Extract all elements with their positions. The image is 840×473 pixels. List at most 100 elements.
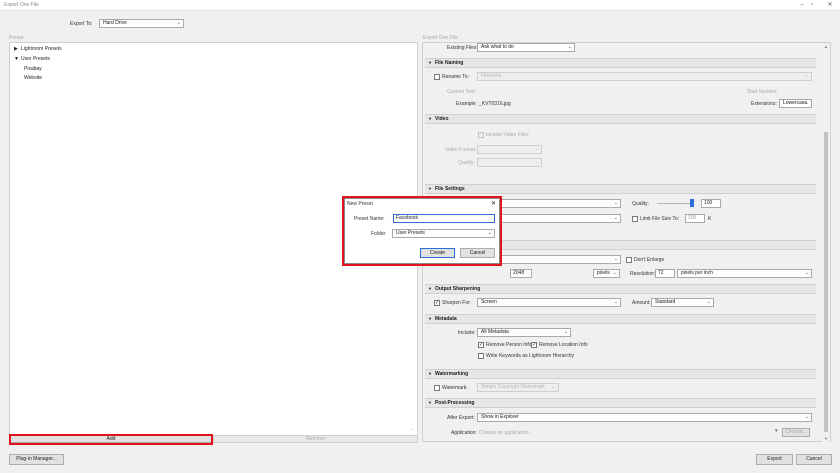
preset-item-website[interactable]: Website [24,75,42,81]
quality-input[interactable]: 100 [701,199,721,208]
tree-expander-icon[interactable]: ▶ [14,46,18,52]
video-format-select[interactable]: ⌄ [477,145,542,154]
size-input[interactable]: 2048 [510,269,532,278]
after-export-label: After Export: [447,415,475,421]
extensions-value: Lowercase [783,100,808,106]
video-quality-label: Quality: [458,160,475,166]
chevron-down-icon: ⌄ [534,159,539,165]
remove-location-checkbox[interactable]: ✓ [531,342,537,348]
after-export-value: Show in Explorer [481,414,519,420]
export-to-select[interactable]: Hard Drive ⌄ [99,19,184,28]
write-keywords-checkbox[interactable] [478,353,484,359]
section-title: File Naming [434,60,464,66]
remove-preset-button[interactable]: Remove [213,435,418,443]
preset-folder-user[interactable]: User Presets [21,56,50,62]
remove-person-label: Remove Person Info [486,342,532,348]
export-to-value: Hard Drive [103,20,127,26]
custom-text-label: Custom Text: [447,89,477,95]
preset-folder-lightroom[interactable]: Lightroom Presets [21,46,62,52]
scroll-up-icon[interactable]: ▲ [824,44,828,49]
section-title: File Settings [434,186,465,192]
cancel-button[interactable]: Cancel [796,454,832,465]
quality-label: Quality: [632,201,649,207]
section-post-processing[interactable]: ▼ Post-Processing [425,398,816,408]
collapse-icon: ▼ [428,60,432,65]
scroll-down-icon[interactable]: ▼ [824,436,828,441]
resolution-unit-select[interactable]: pixels per inch ⌄ [677,269,812,278]
collapse-icon: ▼ [428,400,432,405]
start-number-label: Start Number: [747,89,779,95]
dont-enlarge-checkbox[interactable] [626,257,632,263]
window-title: Export One File [4,2,39,8]
resolution-input[interactable]: 72 [655,269,675,278]
export-button[interactable]: Export [756,454,793,465]
collapse-icon: ▼ [428,316,432,321]
extensions-select[interactable]: Lowercase ⌄ [779,99,812,108]
existing-files-label: Existing Files: [447,45,478,51]
resolution-label: Resolution: [630,271,656,277]
section-file-naming[interactable]: ▼ File Naming [425,58,816,68]
rename-label: Rename To: [442,74,469,80]
maximize-icon[interactable]: ▫ [806,1,818,9]
size-units-select[interactable]: pixels ⌄ [593,269,620,278]
section-title: Post-Processing [434,400,475,406]
quality-slider-thumb[interactable] [690,199,694,207]
chevron-down-icon: ⌄ [804,270,809,276]
include-video-label: Include Video Files: [486,132,530,138]
resolution-unit-value: pixels per inch [681,270,713,276]
choose-application-button[interactable]: Choose... [782,428,810,437]
quality-slider-track[interactable] [657,203,694,204]
amount-select[interactable]: Standard ⌄ [651,298,714,307]
chevron-down-icon: ⌄ [613,299,618,305]
example-value: _KVT0316.jpg [479,101,511,107]
section-title: Output Sharpening [434,286,481,292]
watermark-select[interactable]: Simple Copyright Watermark ⌄ [477,383,559,392]
preset-item-pixabay[interactable]: Pixabay [24,66,42,72]
collapse-icon: ▼ [428,286,432,291]
rename-template-select[interactable]: Filename ⌄ [477,72,812,81]
rename-checkbox[interactable] [434,74,440,80]
chevron-down-icon: ⌄ [612,270,617,276]
chevron-down-icon: ⌄ [804,73,809,79]
section-watermarking[interactable]: ▼ Watermarking [425,369,816,379]
existing-files-select[interactable]: Ask what to do ⌄ [477,43,575,52]
dont-enlarge-label: Don't Enlarge [634,257,665,263]
existing-files-value: Ask what to do [481,44,514,50]
highlight-add-button [9,434,213,445]
export-one-file-header: Export One File [423,35,458,41]
scrollbar-thumb[interactable] [824,132,828,432]
after-export-select[interactable]: Show in Explorer ⌄ [477,413,812,422]
chevron-down-icon[interactable]: ▾ [775,428,778,434]
chevron-down-icon: ⌄ [551,384,556,390]
sharpen-checkbox[interactable]: ✓ [434,300,440,306]
watermark-checkbox[interactable] [434,385,440,391]
section-video[interactable]: ▼ Video [425,114,816,124]
video-quality-select[interactable]: ⌄ [477,158,542,167]
video-format-label: Video Format: [445,147,477,153]
export-to-label: Export To: [70,21,93,27]
export-window: Export One File – ▫ ✕ Export To: Hard Dr… [0,0,840,473]
close-icon[interactable]: ✕ [824,1,836,9]
sharpen-for-select[interactable]: Screen ⌄ [477,298,621,307]
limit-file-size-checkbox[interactable] [632,216,638,222]
collapse-icon: ▼ [428,116,432,121]
collapse-icon: ▼ [428,371,432,376]
watermark-label: Watermark: [442,385,468,391]
section-file-settings[interactable]: ▼ File Settings [425,184,816,194]
limit-file-size-label: Limit File Size To: [640,216,680,222]
chevron-down-icon: ⌄ [613,256,618,262]
chevron-down-icon: ⌄ [176,20,181,26]
section-title: Video [434,116,449,122]
application-placeholder[interactable]: Choose an application... [479,430,533,436]
scroll-down-icon[interactable]: ⌄ [411,426,414,431]
section-metadata[interactable]: ▼ Metadata [425,314,816,324]
include-video-checkbox[interactable]: ✓ [478,132,484,138]
remove-person-checkbox[interactable]: ✓ [478,342,484,348]
tree-expander-icon[interactable]: ▼ [14,56,19,62]
section-output-sharpening[interactable]: ▼ Output Sharpening [425,284,816,294]
plugin-manager-button[interactable]: Plug-in Manager... [9,454,64,465]
metadata-include-select[interactable]: All Metadata ⌄ [477,328,571,337]
amount-label: Amount: [632,300,651,306]
limit-file-size-input[interactable]: 100 [685,214,705,223]
chevron-down-icon: ⌄ [534,146,539,152]
